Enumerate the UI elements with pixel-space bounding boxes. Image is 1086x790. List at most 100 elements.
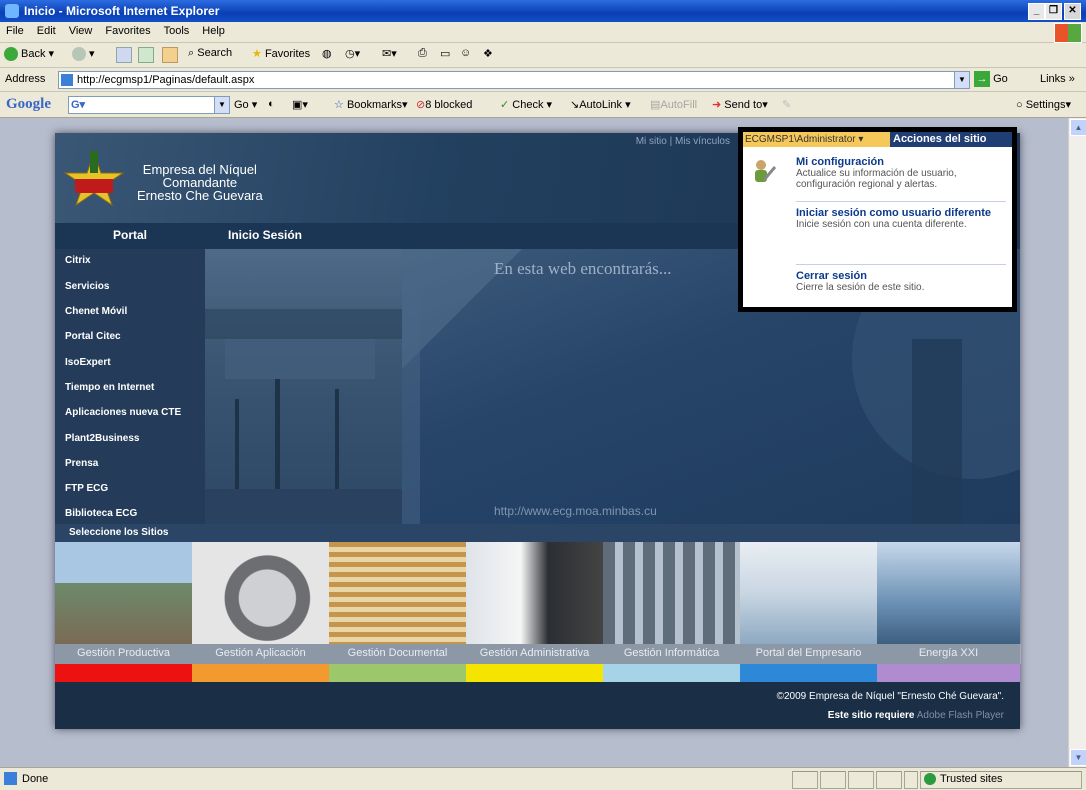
banner-url: http://www.ecg.moa.minbas.cu xyxy=(494,504,657,518)
pencil-icon[interactable]: ✎ xyxy=(782,98,791,111)
search-button[interactable]: ⌕ Search xyxy=(188,47,232,60)
tile-gestion-documental[interactable] xyxy=(329,542,466,644)
pagerank-icon[interactable]: ▣▾ xyxy=(292,98,308,111)
top-links[interactable]: Mi sitio | Mis vínculos xyxy=(636,136,730,147)
home-icon[interactable] xyxy=(162,47,178,63)
autofill-icon: ▤ xyxy=(650,99,661,111)
autolink-button[interactable]: ↘AutoLink ▾ xyxy=(570,98,631,111)
sidebar-item-biblioteca[interactable]: Biblioteca ECG xyxy=(65,508,137,519)
menu-item-mi-configuracion[interactable]: Mi configuración Actualice su informació… xyxy=(796,156,1006,190)
vertical-scrollbar[interactable]: ▲ ▼ xyxy=(1068,118,1086,767)
settings-icon: ○ xyxy=(1016,99,1023,111)
tile-gestion-administrativa[interactable] xyxy=(466,542,603,644)
plant-photo xyxy=(205,249,402,524)
menu-item-title: Mi configuración xyxy=(796,156,884,168)
tile-label-gestion-informatica[interactable]: Gestión Informática xyxy=(603,644,741,664)
settings-button[interactable]: ○ Settings▾ xyxy=(1016,98,1071,111)
menu-file[interactable]: File xyxy=(0,22,31,37)
google-go-button[interactable]: Go ▾ xyxy=(234,98,257,111)
address-label: Address xyxy=(5,73,46,85)
nav-inicio-sesion[interactable]: Inicio Sesión xyxy=(228,228,302,242)
stop-icon[interactable] xyxy=(116,47,132,63)
mail-icon[interactable]: ✉▾ xyxy=(382,47,397,60)
tile-label-gestion-productiva[interactable]: Gestión Productiva xyxy=(55,644,193,664)
popup-icon[interactable]: ◐ xyxy=(268,98,275,110)
menu-item-cerrar-sesion[interactable]: Cerrar sesión Cierre la sesión de este s… xyxy=(796,270,1006,293)
go-button[interactable]: → Go xyxy=(974,71,1008,87)
sidebar-item-servicios[interactable]: Servicios xyxy=(65,281,109,292)
menu-help[interactable]: Help xyxy=(196,22,232,37)
sidebar-item-isoexpert[interactable]: IsoExpert xyxy=(65,357,111,368)
tile-label-gestion-documental[interactable]: Gestión Documental xyxy=(329,644,467,664)
check-icon: ✓ xyxy=(500,99,510,111)
menu-item-title: Iniciar sesión como usuario diferente xyxy=(796,207,991,219)
windows-logo-icon xyxy=(1054,23,1082,43)
sidebar-item-citrix[interactable]: Citrix xyxy=(65,255,91,266)
folder-icon[interactable]: ▭ xyxy=(440,47,450,60)
site-actions-button[interactable]: Acciones del sitio xyxy=(893,133,987,145)
sidebar-item-prensa[interactable]: Prensa xyxy=(65,458,98,469)
sidebar-item-tiempo-internet[interactable]: Tiempo en Internet xyxy=(65,382,154,393)
tile-color-bar xyxy=(877,664,1020,682)
page-done-icon xyxy=(4,772,17,785)
maximize-button[interactable]: ❐ xyxy=(1045,3,1062,20)
google-search-input[interactable]: G▾ ▼ xyxy=(68,96,230,114)
sidebar-item-chenet-movil[interactable]: Chenet Móvil xyxy=(65,306,127,317)
refresh-icon[interactable] xyxy=(138,47,154,63)
popup-blocker-button[interactable]: ⊘8 blocked xyxy=(416,98,472,111)
address-input[interactable]: http://ecgmsp1/Paginas/default.aspx ▼ xyxy=(58,71,970,89)
tile-portal-empresario[interactable] xyxy=(740,542,877,644)
sidebar-item-portal-citec[interactable]: Portal Citec xyxy=(65,331,121,342)
close-button[interactable]: ✕ xyxy=(1064,3,1081,20)
history-icon[interactable]: ◷▾ xyxy=(345,47,360,60)
send-to-button[interactable]: ➜ Send to▾ xyxy=(712,98,768,111)
status-text: Done xyxy=(22,773,49,785)
tile-gestion-aplicacion[interactable] xyxy=(192,542,329,644)
tile-energia-xxi[interactable] xyxy=(877,542,1020,644)
send-to-icon: ➜ xyxy=(712,99,722,111)
print-icon[interactable]: ⎙ xyxy=(418,47,427,60)
scroll-down-icon[interactable]: ▼ xyxy=(1070,749,1086,766)
sites-header: Seleccione los Sitios xyxy=(55,524,1020,542)
tile-label-gestion-administrativa[interactable]: Gestión Administrativa xyxy=(466,644,604,664)
minimize-button[interactable]: _ xyxy=(1028,3,1045,20)
tile-color-bar xyxy=(55,664,192,682)
back-button[interactable]: Back ▾ xyxy=(4,47,54,62)
tile-gestion-informatica[interactable] xyxy=(603,542,740,644)
sidebar-item-ftp-ecg[interactable]: FTP ECG xyxy=(65,483,108,494)
menu-tools[interactable]: Tools xyxy=(158,22,197,37)
window-title: Inicio - Microsoft Internet Explorer xyxy=(24,4,220,18)
scroll-up-icon[interactable]: ▲ xyxy=(1070,119,1086,136)
tile-gestion-productiva[interactable] xyxy=(55,542,192,644)
site-actions-dropdown: ECGMSP1\Administrator ▾ Acciones del sit… xyxy=(738,127,1017,312)
sidebar-item-aplicaciones[interactable]: Aplicaciones nueva CTE xyxy=(65,407,181,418)
sidebar-item-plant2business[interactable]: Plant2Business xyxy=(65,433,139,444)
research-icon[interactable]: ❖ xyxy=(483,47,493,60)
favorites-button[interactable]: ★ Favorites xyxy=(252,47,310,60)
dropdown-header: ECGMSP1\Administrator ▾ Acciones del sit… xyxy=(743,132,1012,147)
media-icon[interactable]: ◍ xyxy=(322,47,332,60)
menu-edit[interactable]: Edit xyxy=(31,22,63,37)
bookmarks-button[interactable]: ☆ Bookmarks▾ xyxy=(334,98,408,111)
autofill-button[interactable]: ▤AutoFill xyxy=(650,98,697,111)
address-dropdown-icon[interactable]: ▼ xyxy=(954,72,969,88)
nav-portal[interactable]: Portal xyxy=(113,228,147,242)
tile-label-gestion-aplicacion[interactable]: Gestión Aplicación xyxy=(192,644,330,664)
status-panel xyxy=(904,771,918,789)
messenger-icon[interactable]: ☺ xyxy=(460,47,471,59)
menu-favorites[interactable]: Favorites xyxy=(99,22,157,37)
menu-view[interactable]: View xyxy=(63,22,100,37)
forward-button[interactable]: ▾ xyxy=(72,47,95,62)
status-bar: Done Trusted sites xyxy=(0,767,1086,790)
google-search-dropdown-icon[interactable]: ▼ xyxy=(214,97,229,113)
tile-label-portal-empresario[interactable]: Portal del Empresario xyxy=(740,644,878,664)
address-url: http://ecgmsp1/Paginas/default.aspx xyxy=(77,74,255,86)
links-button[interactable]: Links » xyxy=(1040,73,1075,85)
tile-label-energia-xxi[interactable]: Energía XXI xyxy=(877,644,1021,664)
menu-item-iniciar-sesion[interactable]: Iniciar sesión como usuario diferente In… xyxy=(796,207,1006,230)
spellcheck-button[interactable]: ✓ Check ▾ xyxy=(500,98,552,111)
company-logo xyxy=(63,151,125,207)
menu-separator xyxy=(796,264,1006,265)
flash-player-link[interactable]: Adobe Flash Player xyxy=(917,710,1004,721)
user-menu-button[interactable]: ECGMSP1\Administrator ▾ xyxy=(743,132,890,147)
